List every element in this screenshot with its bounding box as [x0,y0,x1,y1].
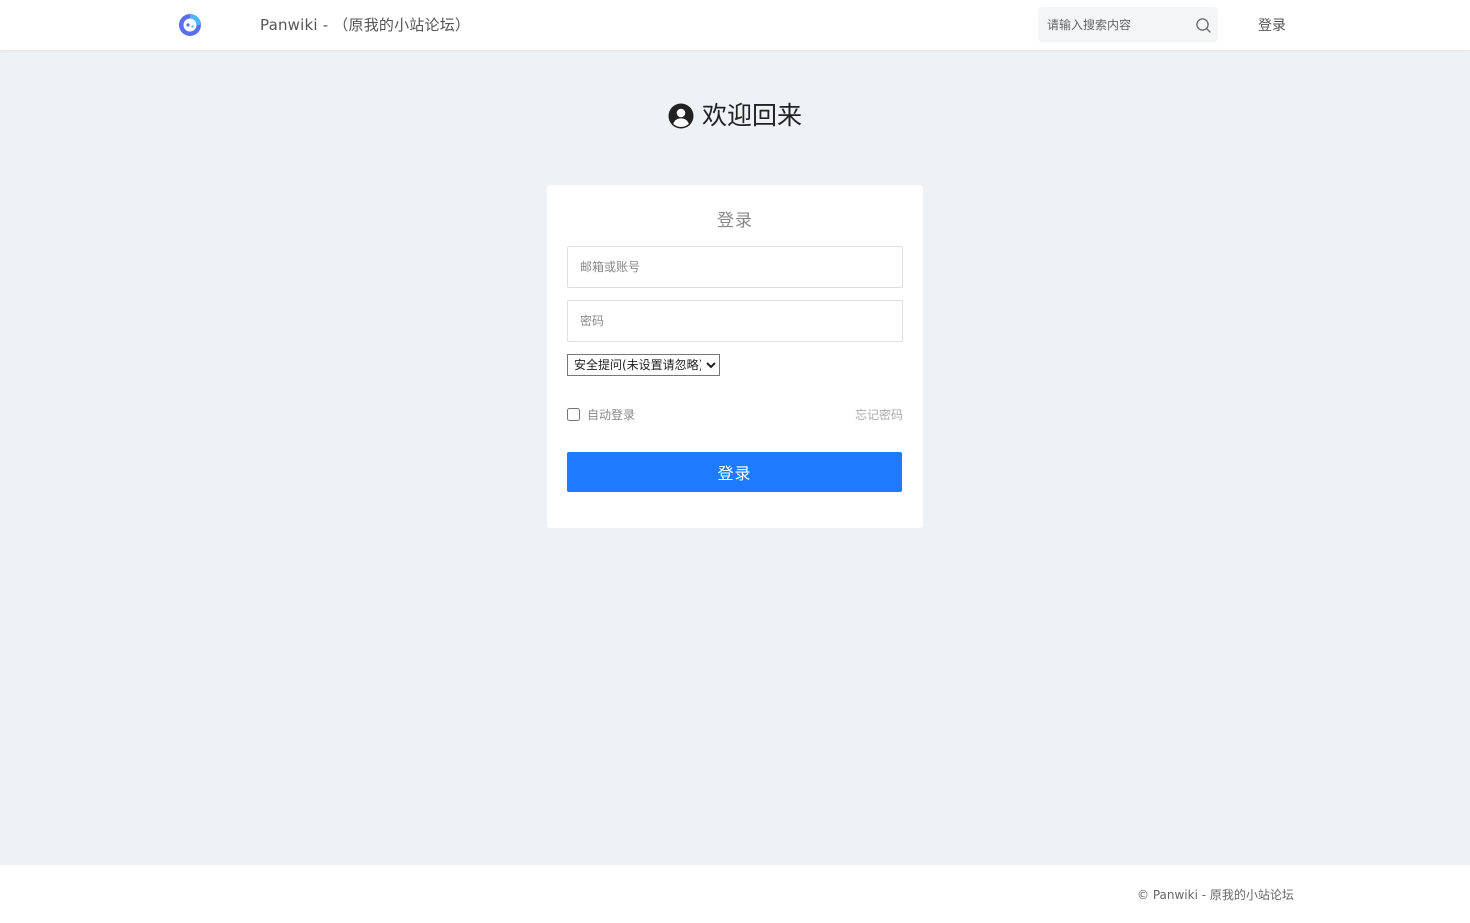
password-field[interactable] [567,300,903,342]
site-title[interactable]: Panwiki - （原我的小站论坛） [260,14,470,35]
welcome-heading: 欢迎回来 [0,98,1470,138]
auto-login-option[interactable]: 自动登录 [567,405,635,423]
login-submit-button[interactable]: 登录 [567,452,902,492]
auto-login-label: 自动登录 [587,407,636,422]
search-input[interactable] [1038,7,1188,42]
login-card: 登录 安全提问(未设置请忽略) 自动登录 忘记密码 登录 [547,185,923,528]
top-navbar: Panwiki - （原我的小站论坛） 登录 [0,0,1470,50]
header-login-link[interactable]: 登录 [1258,15,1286,35]
login-card-title: 登录 [717,211,753,231]
forgot-password-link[interactable]: 忘记密码 [855,406,903,423]
footer: © Panwiki - 原我的小站论坛 [0,865,1470,923]
copyright-text: © Panwiki - 原我的小站论坛 [1137,888,1294,902]
welcome-text: 欢迎回来 [701,101,802,130]
panwiki-logo-icon[interactable] [177,12,203,38]
search-icon[interactable] [1195,17,1212,34]
search-box [1038,7,1218,42]
email-field[interactable] [567,246,903,288]
auto-login-checkbox[interactable] [567,407,580,421]
security-question-select[interactable]: 安全提问(未设置请忽略) [567,354,720,376]
user-circle-icon [668,103,694,129]
